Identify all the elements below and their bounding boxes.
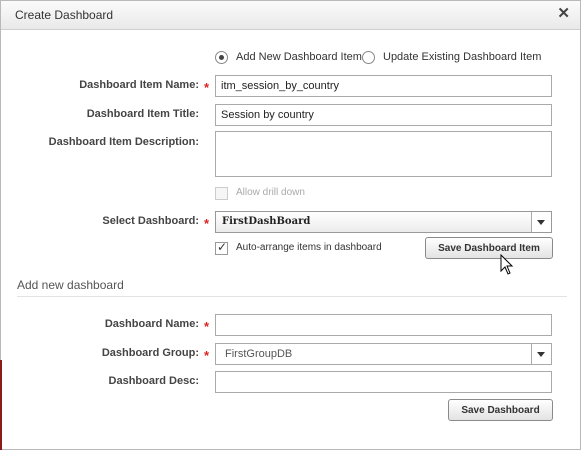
select-dashboard-value: FirstDashBoard xyxy=(222,216,311,227)
required-marker: * xyxy=(204,319,210,334)
create-dashboard-dialog: Create Dashboard ✕ Add New Dashboard Ite… xyxy=(0,0,581,450)
select-dashboard-label: Select Dashboard: xyxy=(102,215,199,227)
item-title-input[interactable] xyxy=(215,104,552,126)
auto-arrange-label: Auto-arrange items in dashboard xyxy=(236,242,382,253)
item-name-label: Dashboard Item Name: xyxy=(79,79,199,91)
dashboard-desc-label: Dashboard Desc: xyxy=(108,375,199,387)
add-new-item-radio[interactable] xyxy=(215,51,228,64)
allow-drill-down-label: Allow drill down xyxy=(236,187,305,198)
dashboard-desc-input[interactable] xyxy=(215,371,552,393)
add-new-item-label[interactable]: Add New Dashboard Item xyxy=(236,51,362,63)
update-existing-item-label[interactable]: Update Existing Dashboard Item xyxy=(383,51,541,63)
chevron-down-icon[interactable] xyxy=(531,344,551,364)
dashboard-name-label: Dashboard Name: xyxy=(104,318,199,330)
select-dashboard-dropdown[interactable]: FirstDashBoard xyxy=(215,211,552,233)
chevron-down-icon[interactable] xyxy=(531,212,551,232)
dashboard-group-label: Dashboard Group: xyxy=(101,347,199,359)
required-marker: * xyxy=(204,348,210,363)
auto-arrange-checkbox[interactable]: ✓ xyxy=(215,240,228,255)
allow-drill-down-checkbox[interactable] xyxy=(215,187,228,200)
section-divider xyxy=(17,296,567,297)
dialog-titlebar[interactable]: Create Dashboard ✕ xyxy=(1,1,580,30)
update-existing-item-radio[interactable] xyxy=(362,51,375,64)
dialog-title: Create Dashboard xyxy=(15,8,114,22)
close-icon[interactable]: ✕ xyxy=(557,5,570,23)
save-dashboard-button[interactable]: Save Dashboard xyxy=(448,399,553,421)
save-dashboard-item-button[interactable]: Save Dashboard Item xyxy=(425,237,553,259)
item-title-label: Dashboard Item Title: xyxy=(86,108,199,120)
checkmark-icon: ✓ xyxy=(217,240,228,254)
add-new-dashboard-heading: Add new dashboard xyxy=(17,278,124,292)
background-window-edge xyxy=(0,360,2,450)
item-description-label: Dashboard Item Description: xyxy=(48,136,199,148)
dashboard-group-dropdown[interactable]: FirstGroupDB xyxy=(215,343,552,365)
required-marker: * xyxy=(204,216,210,231)
item-description-input[interactable] xyxy=(215,131,552,177)
dashboard-group-value: FirstGroupDB xyxy=(225,348,293,360)
mouse-pointer-icon xyxy=(500,254,514,275)
required-marker: * xyxy=(204,80,210,95)
item-name-input[interactable] xyxy=(215,75,552,97)
dashboard-name-input[interactable] xyxy=(215,314,552,336)
